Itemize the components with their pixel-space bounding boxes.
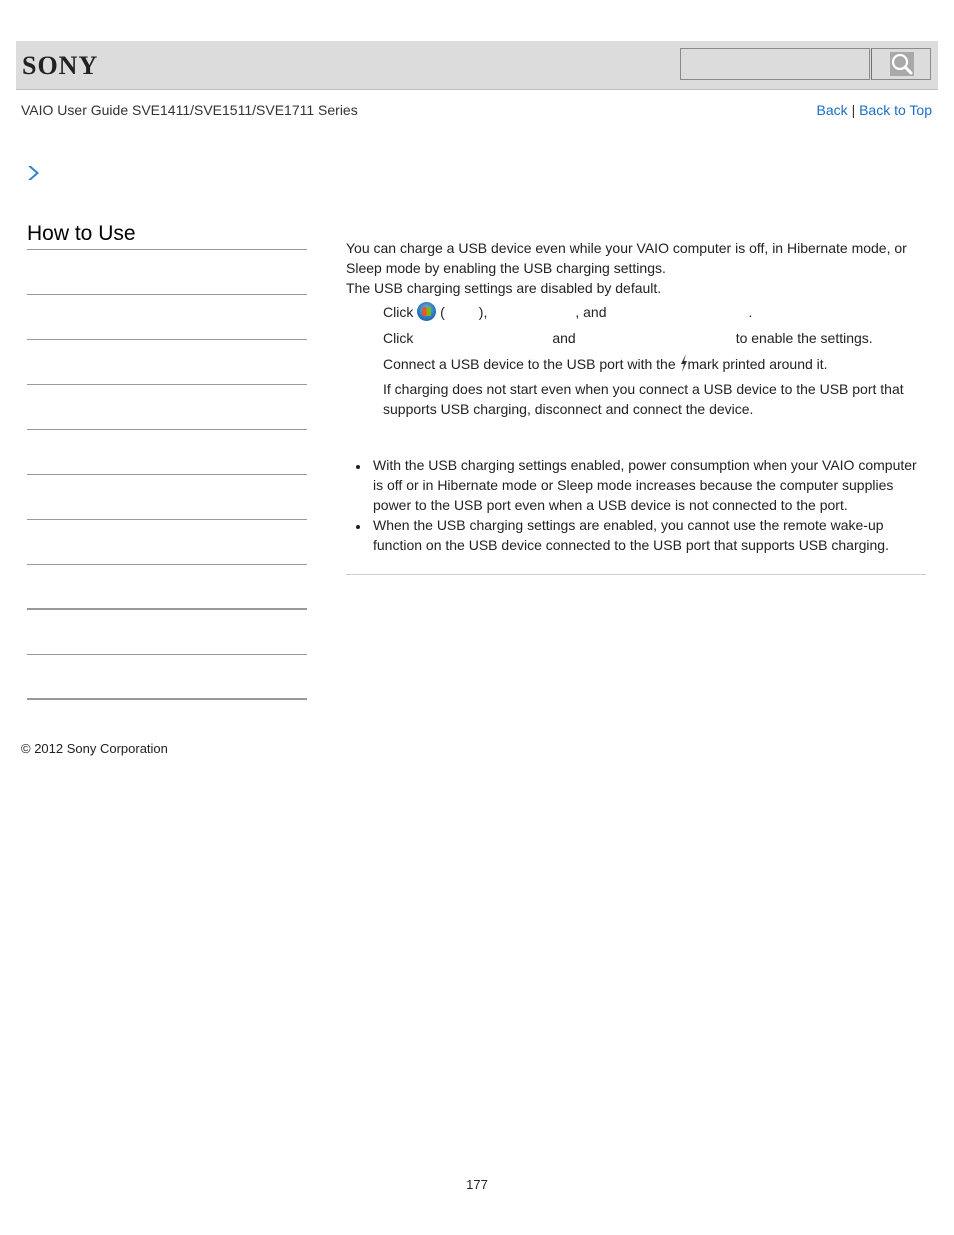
step-text: to enable the settings. <box>735 330 873 346</box>
guide-title: VAIO User Guide SVE1411/SVE1511/SVE1711 … <box>21 102 358 118</box>
header-bar: SONY <box>16 41 938 90</box>
main-content: You can charge a USB device even while y… <box>346 238 926 555</box>
note-item: When the USB charging settings are enabl… <box>346 515 926 555</box>
link-separator: | <box>851 102 856 118</box>
note-item: With the USB charging settings enabled, … <box>346 455 926 515</box>
step-text: Click <box>383 304 414 320</box>
sidebar-item[interactable] <box>27 565 307 610</box>
sidebar-item[interactable] <box>27 295 307 340</box>
back-to-top-link[interactable]: Back to Top <box>859 102 932 118</box>
step-text: Connect a USB device to the USB port wit… <box>383 356 676 372</box>
lightning-bolt-icon <box>680 354 688 377</box>
step-text: and <box>552 330 576 346</box>
back-link[interactable]: Back <box>817 102 848 118</box>
sidebar-heading: How to Use <box>27 222 307 250</box>
search-button[interactable] <box>871 48 931 80</box>
sidebar-item[interactable] <box>27 520 307 565</box>
sidebar-item[interactable] <box>27 430 307 475</box>
sidebar-item[interactable] <box>27 250 307 295</box>
steps: Click (), , and. Click and to enable the se… <box>383 302 926 419</box>
windows-start-icon <box>417 302 437 321</box>
step-text: mark printed around it. <box>687 356 828 372</box>
sidebar-item[interactable] <box>27 340 307 385</box>
copyright: © 2012 Sony Corporation <box>21 741 168 756</box>
search-input[interactable] <box>680 48 870 80</box>
magnifier-icon <box>890 52 914 76</box>
step-2: Click and to enable the settings. <box>383 328 926 348</box>
page-number: 177 <box>466 1177 488 1192</box>
step-1: Click (), , and. <box>383 302 926 322</box>
intro-default-note: The USB charging settings are disabled b… <box>346 280 662 296</box>
step-text: ( <box>440 304 445 320</box>
sidebar-item[interactable] <box>27 655 307 700</box>
back-links: Back | Back to Top <box>817 102 932 118</box>
intro-paragraph: You can charge a USB device even while y… <box>346 240 907 276</box>
step-3: Connect a USB device to the USB port wit… <box>383 354 926 419</box>
step-text: ), <box>478 304 488 320</box>
sidebar-item[interactable] <box>27 385 307 430</box>
chevron-right-icon[interactable] <box>26 164 40 182</box>
notes-list: With the USB charging settings enabled, … <box>346 455 926 555</box>
content-divider <box>346 574 926 575</box>
sony-logo: SONY <box>22 51 99 80</box>
sidebar-item[interactable] <box>27 475 307 520</box>
step-3-hint: If charging does not start even when you… <box>383 381 904 417</box>
sidebar: How to Use <box>27 222 307 700</box>
step-text: , and <box>575 304 607 320</box>
step-text: Click <box>383 330 414 346</box>
step-text: . <box>748 304 753 320</box>
sidebar-item[interactable] <box>27 610 307 655</box>
